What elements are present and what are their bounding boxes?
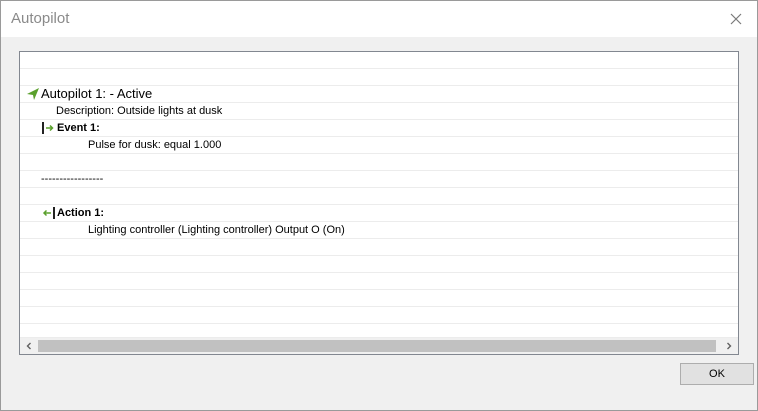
separator-text: -----------------	[41, 173, 104, 185]
window-title: Autopilot	[11, 10, 70, 27]
event-row[interactable]: Event 1:	[20, 120, 738, 137]
action-arrow-icon	[42, 207, 55, 219]
scroll-left-icon	[26, 342, 31, 350]
action-row[interactable]: Action 1:	[20, 205, 738, 222]
event-arrow-icon	[42, 122, 54, 134]
action-detail-row: Lighting controller (Lighting controller…	[20, 222, 738, 239]
title-bar: Autopilot	[1, 1, 757, 37]
scrollbar-thumb[interactable]	[38, 340, 716, 352]
ok-button[interactable]: OK	[680, 363, 754, 385]
separator-row: -----------------	[20, 171, 738, 188]
list-row	[20, 273, 738, 290]
list-row	[20, 307, 738, 324]
list-row	[20, 324, 738, 338]
list-row	[20, 256, 738, 273]
description-row: Description: Outside lights at dusk	[20, 103, 738, 120]
action-detail-text: Lighting controller (Lighting controller…	[88, 224, 345, 236]
list-row	[20, 290, 738, 307]
autopilot-header-row[interactable]: Autopilot 1: - Active	[20, 86, 738, 103]
autopilot-header-text: Autopilot 1: - Active	[41, 86, 153, 101]
event-detail-row: Pulse for dusk: equal 1.000	[20, 137, 738, 154]
list-row	[20, 239, 738, 256]
list-row	[20, 52, 738, 69]
horizontal-scrollbar[interactable]	[20, 338, 738, 354]
event-label: Event 1:	[57, 122, 100, 134]
list-rows: Autopilot 1: - Active Description: Outsi…	[20, 52, 738, 338]
close-icon	[730, 13, 742, 25]
scroll-right-button[interactable]	[720, 338, 737, 354]
autopilot-list[interactable]: Autopilot 1: - Active Description: Outsi…	[19, 51, 739, 355]
dialog-client-area: Autopilot 1: - Active Description: Outsi…	[5, 37, 754, 406]
description-text: Description: Outside lights at dusk	[56, 105, 223, 117]
list-row	[20, 154, 738, 171]
action-label: Action 1:	[57, 207, 105, 219]
green-arrow-icon	[27, 88, 39, 100]
scroll-left-button[interactable]	[20, 338, 37, 354]
autopilot-dialog: Autopilot Autopilot 1: - Active Descript…	[0, 0, 758, 411]
scroll-right-icon	[726, 342, 731, 350]
list-row	[20, 69, 738, 86]
list-row	[20, 188, 738, 205]
event-detail-text: Pulse for dusk: equal 1.000	[88, 139, 222, 151]
close-button[interactable]	[723, 7, 749, 31]
